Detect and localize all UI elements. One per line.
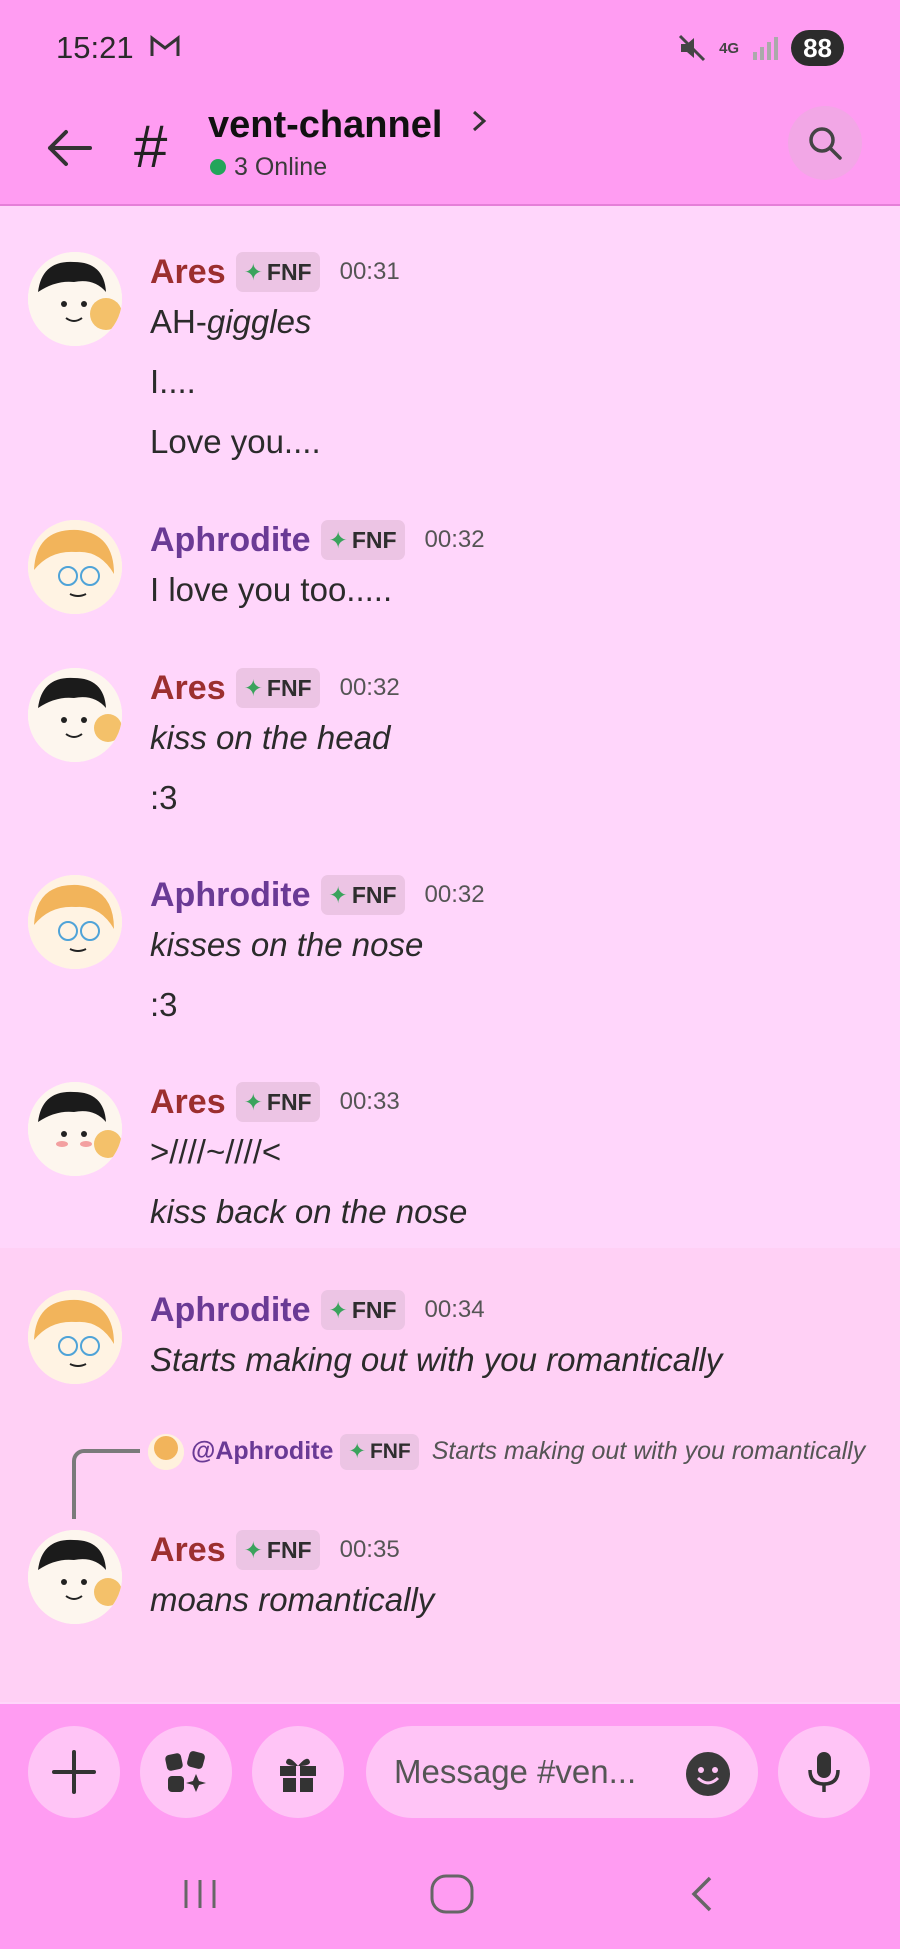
status-icons: 4G 88	[677, 30, 844, 66]
server-tag[interactable]: ✦ FNF	[235, 252, 320, 292]
voice-message-button[interactable]	[778, 1726, 870, 1818]
author-name[interactable]: Aphrodite	[150, 1291, 311, 1330]
message-line: :3	[150, 779, 178, 816]
message-input[interactable]: Message #ven...	[366, 1726, 758, 1818]
author-name[interactable]: Ares	[150, 1083, 226, 1122]
channel-name[interactable]: vent-channel	[208, 104, 442, 147]
avatar-ares[interactable]	[28, 1530, 122, 1624]
status-bar: 15:21 4G 88	[0, 0, 900, 100]
message-line: kisses on the nose	[150, 926, 424, 963]
chevron-right-icon[interactable]	[468, 106, 490, 136]
message-line: :3	[150, 986, 178, 1023]
server-tag[interactable]: ✦ FNF	[320, 1290, 405, 1330]
gem-icon: ✦	[328, 526, 348, 553]
author-name[interactable]: Ares	[150, 253, 226, 292]
gem-icon: ✦	[348, 1440, 366, 1464]
signal-icon	[753, 37, 779, 60]
server-tag[interactable]: ✦ FNF	[235, 1082, 320, 1122]
message-line: >////~////<	[150, 1133, 282, 1170]
server-tag: ✦ FNF	[340, 1434, 419, 1471]
battery-level: 88	[791, 30, 844, 66]
plus-icon	[52, 1750, 96, 1794]
message-line: I....	[150, 363, 196, 400]
reply-mention[interactable]: @Aphrodite	[191, 1437, 333, 1465]
timestamp: 00:34	[424, 1296, 485, 1323]
add-attachment-button[interactable]	[28, 1726, 120, 1818]
online-count: 3 Online	[234, 153, 328, 181]
gem-icon: ✦	[328, 881, 348, 908]
gift-icon	[280, 1758, 316, 1792]
emoji-icon[interactable]	[684, 1750, 732, 1798]
reply-avatar	[148, 1434, 184, 1471]
author-name[interactable]: Ares	[150, 669, 226, 708]
gift-button[interactable]	[252, 1726, 344, 1818]
mute-icon	[679, 34, 706, 62]
timestamp: 00:32	[424, 881, 485, 908]
author-name[interactable]: Ares	[150, 1531, 226, 1570]
avatar-ares[interactable]	[28, 252, 122, 346]
message-line: Starts making out with you romantically	[150, 1341, 723, 1378]
message-line: AH-giggles	[150, 303, 312, 340]
channel-header: # vent-channel 3 Online	[0, 100, 900, 206]
avatar-aphrodite[interactable]	[28, 520, 122, 614]
timestamp: 00:33	[339, 1088, 400, 1115]
author-name[interactable]: Aphrodite	[150, 876, 311, 915]
reply-preview[interactable]: @Aphrodite ✦ FNF Starts making out with y…	[148, 1432, 888, 1471]
server-tag[interactable]: ✦ FNF	[320, 875, 405, 915]
message-placeholder: Message #ven...	[394, 1753, 637, 1790]
gmail-icon	[150, 34, 180, 56]
online-indicator	[210, 159, 226, 175]
gem-icon: ✦	[243, 258, 263, 285]
timestamp: 00:31	[339, 258, 400, 285]
reply-text: Starts making out with you romantically	[431, 1437, 866, 1465]
gem-icon: ✦	[243, 1088, 263, 1115]
message-line: moans romantically	[150, 1581, 435, 1618]
microphone-icon	[808, 1752, 840, 1792]
recent-apps-icon[interactable]	[172, 1866, 228, 1922]
status-time: 15:21	[56, 30, 134, 65]
system-back-icon[interactable]	[676, 1866, 732, 1922]
timestamp: 00:32	[339, 674, 400, 701]
timestamp: 00:32	[424, 526, 485, 553]
message-line: Love you....	[150, 423, 321, 460]
avatar-ares[interactable]	[28, 1082, 122, 1176]
system-nav-bar	[0, 1836, 900, 1949]
search-button[interactable]	[788, 106, 862, 180]
server-tag[interactable]: ✦ FNF	[320, 520, 405, 560]
author-name[interactable]: Aphrodite	[150, 521, 311, 560]
message-line: I love you too.....	[150, 571, 393, 608]
hash-icon: #	[134, 113, 168, 180]
apps-button[interactable]	[140, 1726, 232, 1818]
back-arrow-icon[interactable]	[40, 120, 96, 176]
apps-icon	[165, 1751, 206, 1792]
message-line: kiss on the head	[150, 719, 391, 756]
gem-icon: ✦	[243, 1536, 263, 1563]
home-icon[interactable]	[424, 1866, 480, 1922]
avatar-ares[interactable]	[28, 668, 122, 762]
server-tag[interactable]: ✦ FNF	[235, 668, 320, 708]
message-composer: Message #ven...	[0, 1704, 900, 1836]
timestamp: 00:35	[339, 1536, 400, 1563]
network-type: 4G	[719, 39, 740, 57]
reply-connector	[72, 1449, 140, 1519]
server-tag[interactable]: ✦ FNF	[235, 1530, 320, 1570]
message-line: kiss back on the nose	[150, 1193, 468, 1230]
avatar-aphrodite[interactable]	[28, 875, 122, 969]
search-icon	[809, 127, 842, 160]
gem-icon: ✦	[243, 674, 263, 701]
gem-icon: ✦	[328, 1296, 348, 1323]
avatar-aphrodite[interactable]	[28, 1290, 122, 1384]
